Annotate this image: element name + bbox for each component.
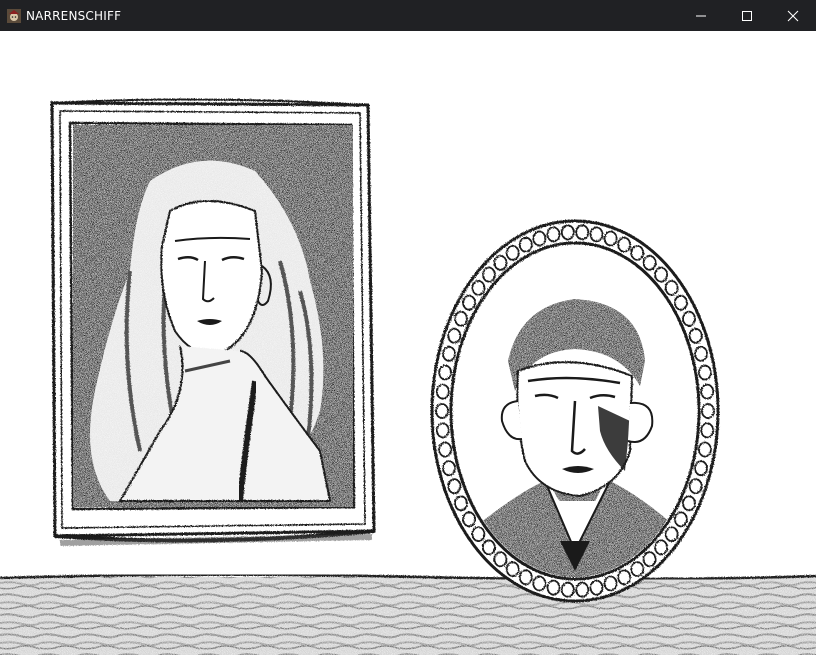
mirror-bead xyxy=(438,364,453,381)
mirror-bead xyxy=(603,230,618,247)
mirror-bead xyxy=(435,403,449,419)
mirror-bead xyxy=(546,226,561,243)
mirror-bead xyxy=(682,495,696,512)
mirror-bead xyxy=(462,294,477,311)
mirror-bead xyxy=(471,526,486,543)
game-window: NARRENSCHIFF xyxy=(0,0,816,655)
mirror-bead xyxy=(532,230,547,247)
mirror-bead xyxy=(447,327,462,344)
minimize-icon xyxy=(696,15,706,16)
mirror-bead xyxy=(642,254,657,271)
title-bar[interactable]: NARRENSCHIFF xyxy=(0,0,816,31)
mirror-bead xyxy=(438,441,453,458)
mirror-bead xyxy=(589,579,604,596)
mirror-bead xyxy=(481,266,496,283)
mirror-bead xyxy=(454,310,468,327)
portrait-woman-painting xyxy=(73,125,353,507)
mirror-bead xyxy=(654,266,668,283)
mirror-bead xyxy=(617,236,632,253)
mirror-bead xyxy=(688,478,703,495)
mirror-bead xyxy=(630,244,645,261)
mirror-bead xyxy=(442,460,456,477)
mirror-bead xyxy=(700,383,715,400)
close-button[interactable] xyxy=(770,0,816,31)
mirror-bead xyxy=(603,575,618,592)
mirror-bead xyxy=(694,345,708,362)
mirror-bead xyxy=(654,539,668,556)
mirror-bead xyxy=(435,383,450,400)
mirror-bead xyxy=(505,561,520,577)
mirror-bead xyxy=(546,579,561,596)
mirror-bead xyxy=(664,279,679,296)
mirror-bead xyxy=(481,539,496,556)
mirror-bead xyxy=(442,345,456,362)
mirror-bead xyxy=(617,569,632,586)
mirror-bead xyxy=(471,279,486,296)
mirror-bead xyxy=(435,422,450,439)
mirror-bead xyxy=(688,327,703,344)
jester-app-icon xyxy=(7,8,21,23)
mirror-bead xyxy=(454,495,468,512)
game-scene[interactable] xyxy=(0,31,816,655)
mirror-bead xyxy=(518,569,533,586)
mirror-bead xyxy=(698,364,712,381)
mirror-bead xyxy=(560,581,575,598)
mirror-bead xyxy=(701,403,715,419)
mirror-bead xyxy=(532,575,547,592)
floor xyxy=(0,573,816,655)
maximize-button[interactable] xyxy=(724,0,770,31)
close-icon xyxy=(787,10,799,21)
maximize-icon xyxy=(742,10,752,21)
mirror-bead xyxy=(700,422,715,439)
mirror-bead xyxy=(462,511,477,528)
mirror-bead xyxy=(493,551,508,568)
mirror-bead xyxy=(674,294,688,311)
mirror-bead xyxy=(505,244,520,261)
mirror-bead xyxy=(493,254,508,271)
mirror-bead xyxy=(664,526,679,543)
mirror-bead xyxy=(575,581,590,598)
mirror-bead xyxy=(698,441,712,458)
mirror-bead xyxy=(575,224,590,241)
mirror-bead xyxy=(447,478,462,495)
mirror-bead xyxy=(589,226,604,243)
mirror-bead xyxy=(560,224,575,241)
mirror-bead xyxy=(630,561,645,577)
minimize-button[interactable] xyxy=(678,0,724,31)
mirror-bead xyxy=(694,460,708,477)
mirror-bead xyxy=(674,511,688,528)
mirror-bead xyxy=(518,236,533,253)
mirror-bead xyxy=(682,310,696,327)
mirror-bead xyxy=(642,551,657,568)
window-title: NARRENSCHIFF xyxy=(26,8,122,23)
